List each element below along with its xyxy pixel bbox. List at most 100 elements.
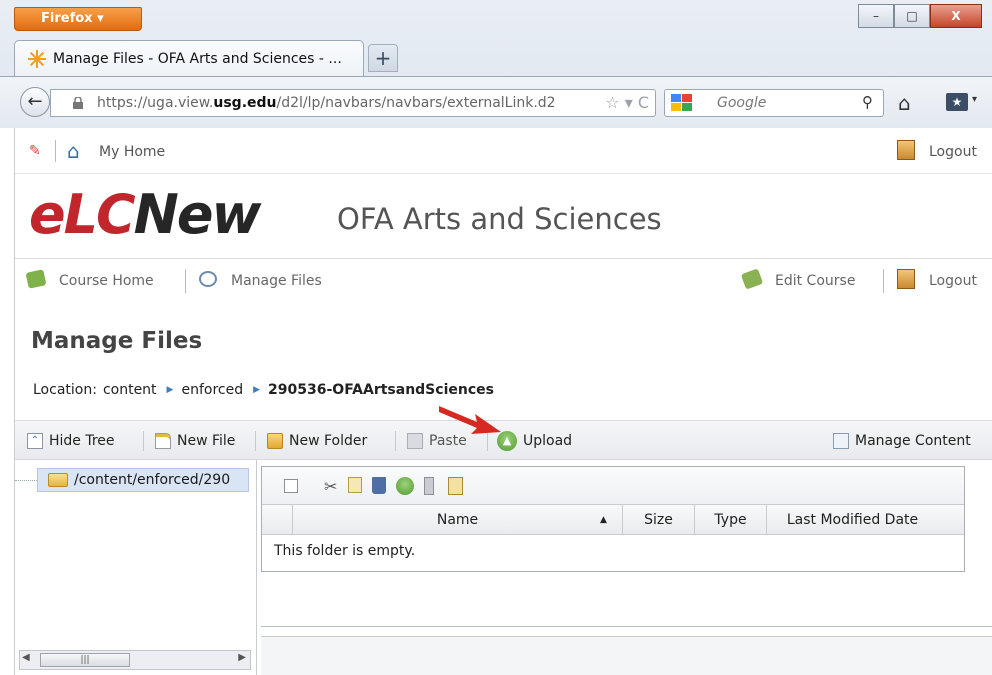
search-input[interactable]: Google ⚲: [664, 89, 884, 117]
divider: [255, 431, 256, 451]
empty-folder-message: This folder is empty.: [274, 543, 416, 559]
back-button[interactable]: ←: [20, 87, 50, 117]
properties-icon[interactable]: [448, 477, 463, 495]
bookmarks-icon[interactable]: ★: [946, 93, 968, 111]
url-path: /d2l/lp/navbars/navbars/externalLink.d2: [276, 95, 556, 111]
my-home-link[interactable]: My Home: [99, 144, 165, 160]
lock-icon: [73, 97, 83, 109]
course-navbar: Course Home Manage Files Edit Course Log…: [15, 258, 992, 302]
new-file-button[interactable]: New File: [155, 421, 235, 461]
manage-content-icon: [833, 433, 849, 449]
divider: [395, 431, 396, 451]
navigation-bar: https://uga.view.usg.edu/d2l/lp/navbars/…: [0, 76, 992, 128]
url-host: usg.edu: [213, 95, 277, 111]
search-icon[interactable]: ⚲: [862, 93, 873, 111]
column-type[interactable]: Type: [694, 505, 766, 535]
divider: [143, 431, 144, 451]
sort-ascending-icon[interactable]: ▲: [600, 505, 607, 535]
home-icon[interactable]: ⌂: [67, 139, 80, 163]
close-window-button[interactable]: X: [930, 4, 982, 28]
back-arrow-icon: ←: [27, 91, 43, 112]
chevron-down-icon[interactable]: ▾: [972, 94, 977, 105]
new-folder-label: New Folder: [289, 433, 368, 449]
scroll-right-icon[interactable]: ▶: [238, 652, 246, 663]
firefox-menu-label: Firefox: [41, 11, 93, 26]
tab-manage-files[interactable]: Manage Files - OFA Arts and Sciences - .…: [14, 40, 364, 76]
collapse-icon: ⌃: [27, 433, 43, 449]
annotation-arrow-icon: [439, 406, 501, 434]
minimize-button[interactable]: –: [858, 4, 894, 28]
page-title: Manage Files: [31, 328, 203, 354]
breadcrumb-arrow-icon: ▶: [253, 385, 261, 395]
divider: [185, 269, 186, 293]
manage-files-link[interactable]: Manage Files: [231, 273, 322, 289]
column-last-modified[interactable]: Last Modified Date: [766, 505, 938, 535]
logout-link[interactable]: Logout: [929, 273, 977, 289]
logout-icon: [897, 269, 915, 289]
google-icon: [671, 94, 692, 111]
column-select: [262, 505, 292, 535]
horizontal-scrollbar[interactable]: ◀ ||| ▶: [19, 650, 251, 670]
breadcrumb-enforced[interactable]: enforced: [181, 382, 243, 398]
new-tab-button[interactable]: +: [368, 44, 398, 72]
files-toolbar: ⌃ Hide Tree New File New Folder Paste ▲ …: [15, 420, 992, 460]
star-reload-icons[interactable]: ☆ ▾ C: [601, 93, 649, 112]
logout-link-top[interactable]: Logout: [929, 144, 977, 160]
divider: [883, 269, 884, 293]
org-name: OFA Arts and Sciences: [337, 202, 662, 236]
maximize-button[interactable]: □: [894, 4, 930, 28]
select-all-checkbox[interactable]: [284, 479, 298, 493]
new-folder-icon: [267, 433, 283, 449]
edit-course-link[interactable]: Edit Course: [775, 273, 855, 289]
download-icon[interactable]: [396, 477, 414, 495]
new-file-label: New File: [177, 433, 236, 449]
upload-label: Upload: [523, 433, 573, 449]
column-name[interactable]: Name: [292, 505, 622, 535]
firefox-menu-button[interactable]: Firefox ▾: [14, 7, 142, 31]
pencil-icon[interactable]: ✎: [29, 143, 41, 159]
tree-node-label: /content/enforced/290: [74, 472, 231, 488]
logout-icon[interactable]: [897, 140, 915, 160]
scroll-left-icon[interactable]: ◀: [22, 652, 30, 663]
paste-icon: [407, 433, 423, 449]
window-controls: – □ X: [858, 4, 982, 28]
course-home-link[interactable]: Course Home: [59, 273, 154, 289]
cut-icon[interactable]: ✂: [324, 477, 342, 496]
breadcrumb-content[interactable]: content: [103, 382, 157, 398]
browser-chrome: Firefox ▾ – □ X Manage Files - OFA Arts …: [0, 0, 992, 128]
hide-tree-label: Hide Tree: [49, 433, 115, 449]
logo-lc: LC: [63, 183, 136, 246]
preview-pane: [261, 636, 992, 675]
breadcrumb-current: 290536-OFAArtsandSciences: [268, 382, 494, 398]
file-list-panel: ✂ Name ▲ Size Type Last Modified Date Th…: [261, 466, 965, 572]
page-content: ✎ ⌂ My Home Logout eLCNew OFA Arts and S…: [14, 128, 992, 675]
url-prefix: https://uga.view.: [97, 95, 214, 111]
file-actions-toolbar: ✂: [262, 467, 964, 505]
home-icon[interactable]: ⌂: [898, 91, 911, 115]
edit-course-icon: [740, 268, 764, 290]
copy-icon[interactable]: [348, 477, 362, 493]
upload-button[interactable]: ▲ Upload: [497, 421, 572, 461]
zip-icon[interactable]: [424, 477, 434, 495]
logo-new: New: [133, 183, 262, 246]
address-bar[interactable]: https://uga.view.usg.edu/d2l/lp/navbars/…: [50, 89, 656, 117]
tree-connector: [15, 480, 37, 481]
favicon-icon: [28, 50, 46, 68]
elc-logo: eLCNew: [29, 180, 262, 250]
hide-tree-button[interactable]: ⌃ Hide Tree: [27, 421, 115, 461]
folder-icon: [48, 473, 68, 487]
new-folder-button[interactable]: New Folder: [267, 421, 367, 461]
column-size[interactable]: Size: [622, 505, 694, 535]
book-icon: [25, 269, 47, 289]
manage-content-label: Manage Content: [855, 433, 971, 449]
delete-icon[interactable]: [372, 477, 386, 494]
new-file-icon: [155, 433, 171, 449]
scrollbar-thumb[interactable]: |||: [40, 653, 130, 667]
manage-content-button[interactable]: Manage Content: [833, 421, 971, 461]
divider: [55, 140, 56, 162]
file-table-header: Name ▲ Size Type Last Modified Date: [262, 505, 964, 535]
breadcrumb-arrow-icon: ▶: [166, 385, 174, 395]
top-navbar: ✎ ⌂ My Home Logout: [15, 128, 992, 174]
breadcrumb: Location: content ▶ enforced ▶ 290536-OF…: [33, 382, 494, 398]
tree-node-root[interactable]: /content/enforced/290: [37, 468, 249, 492]
